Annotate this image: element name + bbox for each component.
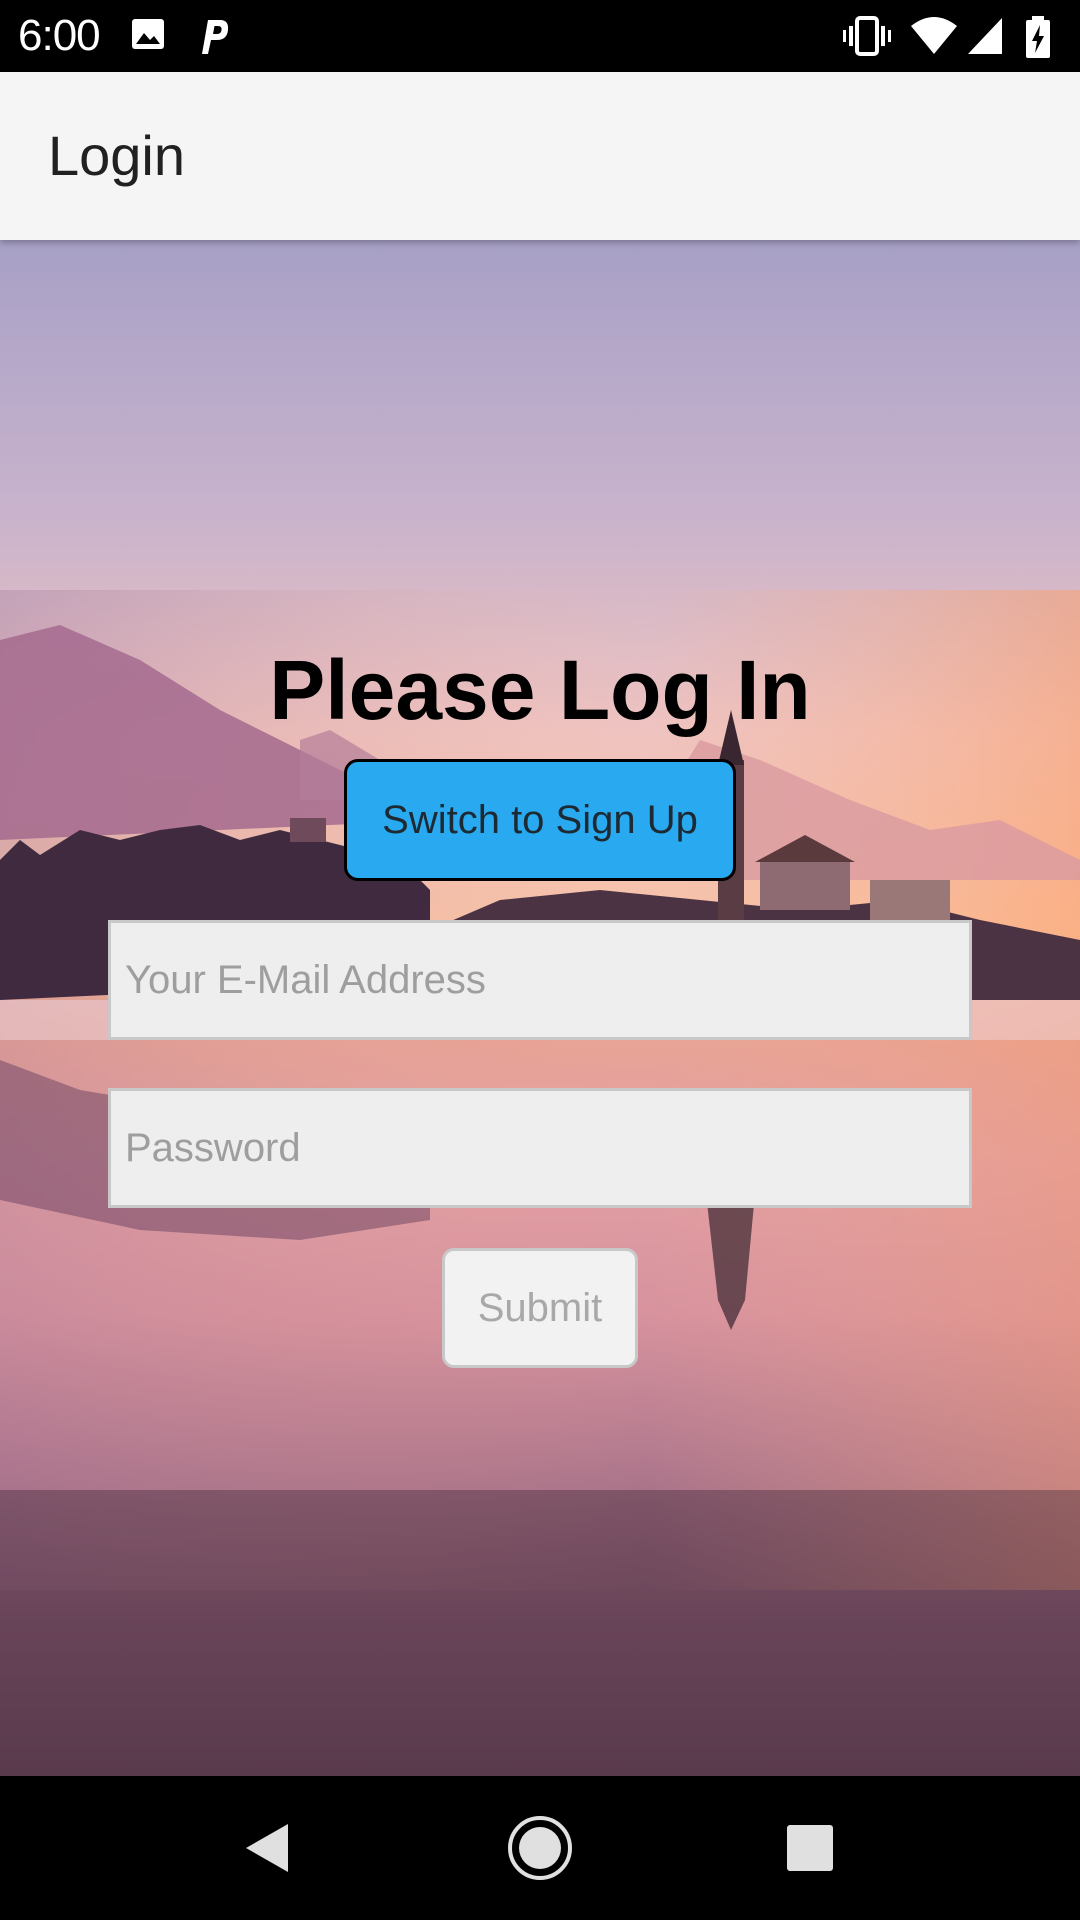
back-icon: [246, 1824, 288, 1872]
login-screen: Please Log In Switch to Sign Up Submit: [0, 240, 1080, 1776]
status-time: 6:00: [18, 11, 101, 60]
signal-icon: [968, 18, 1002, 54]
battery-charging-icon: [1026, 16, 1050, 58]
image-icon: [132, 19, 164, 49]
email-input[interactable]: [108, 920, 972, 1040]
back-button[interactable]: [197, 1776, 337, 1920]
page-heading: Please Log In: [269, 643, 811, 737]
navigation-bar: [0, 1776, 1080, 1920]
status-bar: 6:00: [0, 0, 1080, 72]
recents-icon: [787, 1825, 833, 1871]
submit-button[interactable]: Submit: [442, 1248, 638, 1368]
app-title: Login: [48, 124, 186, 187]
wifi-icon: [911, 17, 957, 54]
recents-button[interactable]: [740, 1776, 880, 1920]
vibrate-icon: [843, 16, 891, 56]
switch-to-signup-button[interactable]: Switch to Sign Up: [344, 759, 736, 881]
parking-app-icon: [202, 20, 229, 54]
password-input[interactable]: [108, 1088, 972, 1208]
app-bar: Login: [0, 72, 1080, 240]
home-button[interactable]: [470, 1776, 610, 1920]
home-icon: [508, 1816, 572, 1880]
